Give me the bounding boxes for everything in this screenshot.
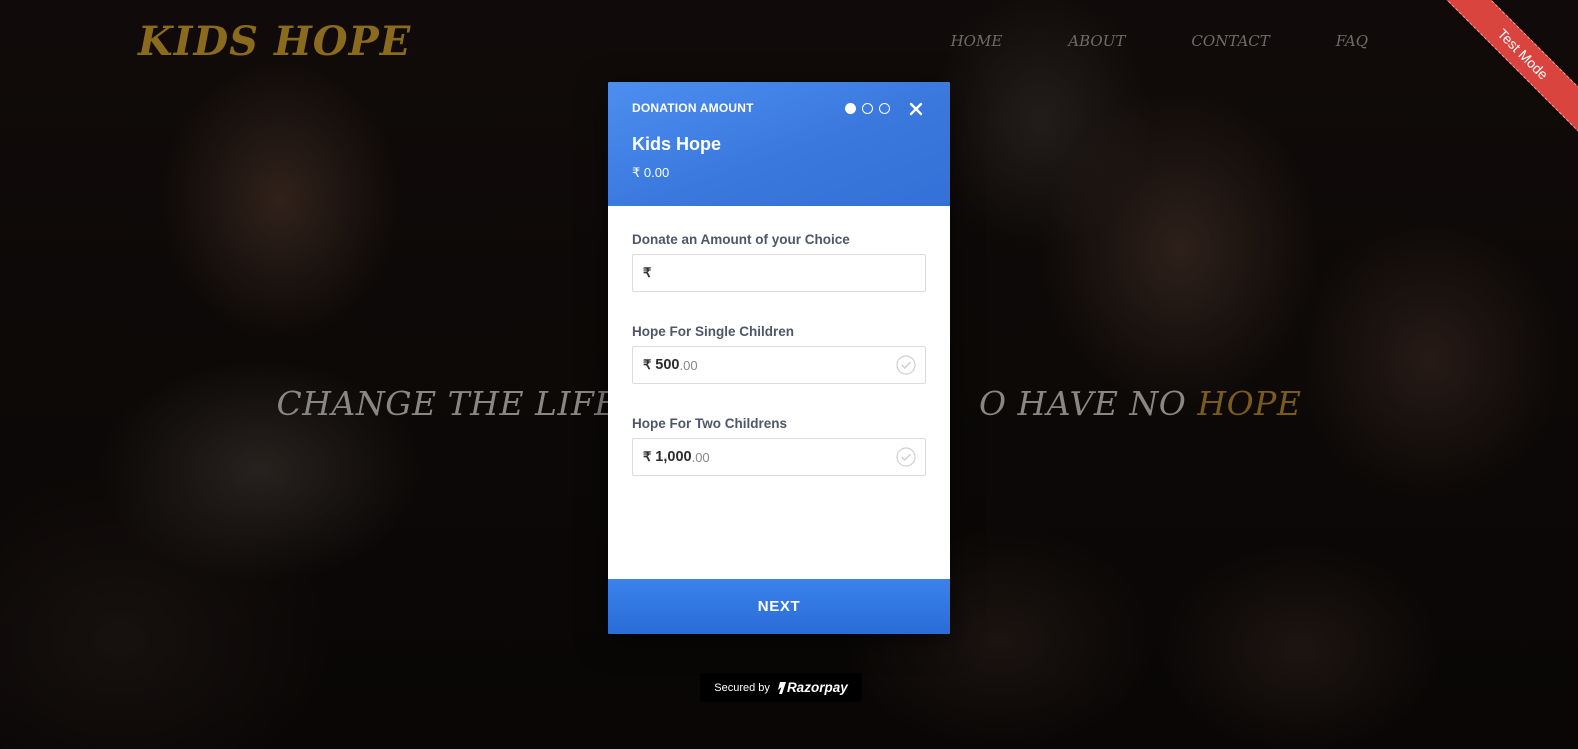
top-nav: HOME ABOUT CONTACT FAQ: [951, 32, 1368, 50]
hero-text-right: O HAVE NO: [978, 384, 1187, 423]
close-icon: [909, 102, 923, 116]
amount-decimal: .00: [691, 449, 710, 465]
step-dot-2: [862, 103, 873, 114]
step-dot-1: [845, 103, 856, 114]
two-children-label: Hope For Two Childrens: [632, 416, 787, 431]
secured-by-text: Secured by: [714, 681, 770, 694]
nav-contact[interactable]: CONTACT: [1191, 32, 1269, 50]
check-circle-icon: [896, 355, 916, 375]
single-child-label: Hope For Single Children: [632, 324, 795, 339]
donation-modal: DONATION AMOUNT Kids Hope ₹ 0.00 Donate …: [608, 82, 950, 634]
nav-about[interactable]: ABOUT: [1068, 32, 1125, 50]
razorpay-logo: Razorpay: [776, 680, 848, 695]
amount-main: 500: [655, 357, 680, 373]
single-child-group: Hope For Single Children ₹ 500.00: [632, 324, 926, 384]
two-children-group: Hope For Two Childrens ₹ 1,000.00: [632, 416, 926, 476]
step-dot-3: [879, 103, 890, 114]
total-amount: ₹ 0.00: [632, 165, 670, 180]
custom-amount-input[interactable]: [655, 264, 915, 282]
secured-by-badge[interactable]: Secured by Razorpay: [700, 673, 862, 702]
single-child-option[interactable]: ₹ 500.00: [632, 346, 926, 384]
check-circle-icon: [896, 447, 916, 467]
currency-symbol: ₹: [643, 449, 652, 464]
currency-symbol: ₹: [643, 265, 652, 280]
hero-text-accent: HOPE: [1197, 384, 1302, 423]
close-button[interactable]: [906, 99, 926, 119]
merchant-name: Kids Hope: [632, 134, 722, 154]
custom-amount-field[interactable]: ₹: [632, 254, 926, 292]
nav-home[interactable]: HOME: [951, 32, 1003, 50]
razorpay-logo-icon: [777, 681, 786, 694]
test-mode-ribbon: Test Mode: [1444, 0, 1578, 133]
amount-main: 1,000: [655, 449, 692, 465]
test-mode-ribbon-wrap: Test Mode: [1438, 0, 1578, 140]
site-logo[interactable]: KIDS HOPE: [138, 18, 411, 65]
modal-header: DONATION AMOUNT Kids Hope ₹ 0.00: [608, 82, 950, 206]
step-indicator: [845, 103, 890, 114]
modal-body: Donate an Amount of your Choice ₹ Hope F…: [608, 206, 950, 476]
nav-faq[interactable]: FAQ: [1336, 32, 1368, 50]
custom-amount-label: Donate an Amount of your Choice: [632, 232, 850, 247]
two-children-option[interactable]: ₹ 1,000.00: [632, 438, 926, 476]
step-title: DONATION AMOUNT: [632, 101, 754, 115]
currency-symbol: ₹: [643, 357, 652, 372]
custom-amount-group: Donate an Amount of your Choice ₹: [632, 232, 926, 292]
razorpay-wordmark: Razorpay: [786, 680, 848, 695]
next-button[interactable]: NEXT: [608, 579, 950, 634]
hero-text-left: CHANGE THE LIFE: [276, 384, 619, 423]
amount-decimal: .00: [679, 357, 698, 373]
